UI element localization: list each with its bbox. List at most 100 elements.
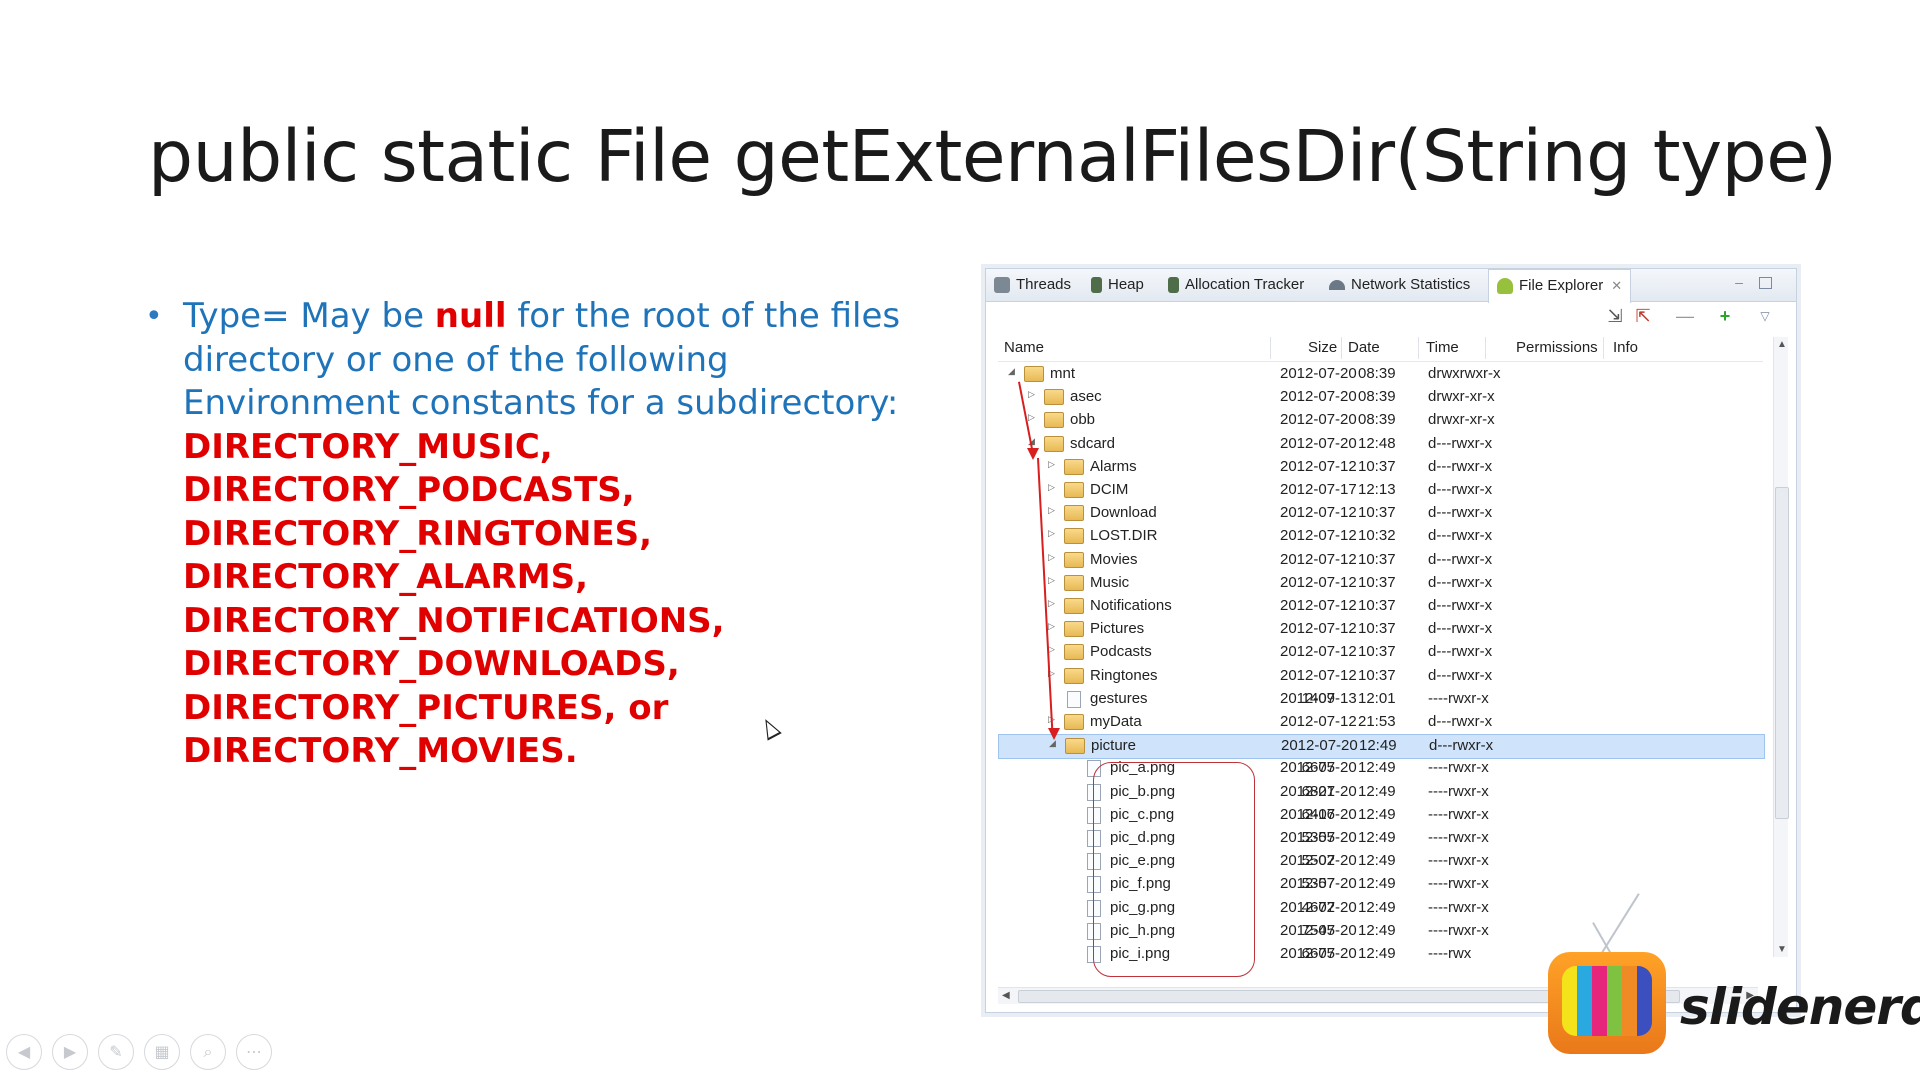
table-row[interactable]: ▷ Music 2012-07-12 10:37 d---rwxr-x [998, 572, 1763, 595]
tab-label: Heap [1108, 276, 1144, 293]
expand-arrow-icon[interactable]: ▷ [1048, 621, 1058, 632]
tab-label: Allocation Tracker [1185, 276, 1305, 293]
table-row[interactable]: ◢sdcard2012-07-2012:48d---rwxr-x [998, 433, 1763, 456]
tab-file-explorer[interactable]: File Explorer ✕ [1488, 269, 1632, 303]
tab-threads[interactable]: Threads [994, 269, 1071, 301]
expand-arrow-icon[interactable]: ▷ [1048, 505, 1058, 516]
scroll-up-icon[interactable]: ▲ [1777, 339, 1787, 350]
expand-arrow-icon[interactable]: ▷ [1048, 644, 1058, 655]
tab-heap[interactable]: Heap [1091, 269, 1144, 301]
table-row[interactable]: ▷ Pictures 2012-07-12 10:37 d---rwxr-x [998, 618, 1763, 641]
expand-arrow-icon[interactable]: ▷ [1048, 528, 1058, 539]
expand-arrow-icon[interactable]: ▷ [1028, 389, 1038, 400]
permissions-cell: ----rwxr-x [1428, 829, 1489, 846]
vertical-scroll-thumb[interactable] [1775, 487, 1789, 819]
date-cell: 2012-07-12 [1280, 550, 1357, 568]
table-row[interactable]: ▷ myData 2012-07-1221:53 d---rwxr-x [998, 711, 1763, 734]
table-row[interactable]: ▷ Movies 2012-07-12 10:37 d---rwxr-x [998, 549, 1763, 572]
table-row[interactable]: ▷ LOST.DIR 2012-07-12 10:32 d---rwxr-x [998, 525, 1763, 548]
tab-label: File Explorer [1519, 277, 1604, 294]
minimize-icon[interactable]: – [1732, 275, 1746, 289]
table-row[interactable]: ▷ obb 2012-07-20 08:39 drwxr-xr-x [998, 409, 1763, 432]
col-name[interactable]: Name [1004, 339, 1044, 356]
col-size[interactable]: Size [1308, 339, 1337, 356]
name-cell: Pictures [1090, 620, 1145, 638]
tv-stripe [1637, 966, 1652, 1036]
constant-downloads: DIRECTORY_DOWNLOADS, [183, 644, 680, 684]
scroll-left-icon[interactable]: ◀ [1002, 990, 1010, 1001]
constant-alarms: DIRECTORY_ALARMS, [183, 557, 588, 597]
folder-icon [1044, 412, 1064, 429]
folder-icon [1064, 598, 1084, 614]
name-cell: Podcasts [1090, 643, 1152, 661]
expand-arrow-icon[interactable]: ▷ [1048, 598, 1058, 609]
expand-arrow-icon[interactable]: ▷ [1048, 552, 1058, 563]
col-date[interactable]: Date [1348, 339, 1380, 356]
expand-arrow-icon[interactable]: ▷ [1048, 459, 1058, 470]
time-cell: 12:13 [1358, 481, 1396, 498]
table-row[interactable]: gestures 1409 2012-07-13 12:01 ----rwxr-x [998, 688, 1763, 711]
table-row[interactable]: ▷ DCIM 2012-07-17 12:13 d---rwxr-x [998, 479, 1763, 502]
name-cell: asec [1070, 388, 1102, 406]
time-cell: 12:49 [1358, 759, 1396, 777]
date-cell: 2012-07-17 [1280, 481, 1357, 498]
expand-arrow-icon[interactable]: ▷ [1028, 412, 1038, 423]
date-cell: 2012-07-12 [1280, 573, 1357, 591]
new-folder-icon[interactable]: + [1714, 305, 1736, 327]
time-cell: 12:49 [1358, 782, 1396, 800]
expand-arrow-icon[interactable]: ▷ [1048, 482, 1058, 493]
tv-stripe [1562, 966, 1577, 1036]
date-cell: 2012-07-20 [1280, 829, 1357, 846]
date-cell: 2012-07-12 [1280, 527, 1357, 545]
table-row[interactable]: ◢ picture 2012-07-20 12:49 d---rwxr-x [998, 734, 1765, 760]
permissions-cell: d---rwxr-x [1428, 527, 1493, 545]
folder-icon [1044, 435, 1064, 452]
col-permissions[interactable]: Permissions [1516, 339, 1598, 356]
vertical-scrollbar[interactable]: ▲ ▼ [1773, 337, 1789, 957]
tv-stripe [1577, 966, 1592, 1036]
table-row[interactable]: ▷ Notifications 2012-07-12 10:37 d---rwxr-x [998, 595, 1763, 618]
zoom-icon[interactable]: ⌕ [190, 1034, 226, 1070]
time-cell: 08:39 [1358, 388, 1396, 406]
col-time[interactable]: Time [1426, 339, 1459, 356]
slides-icon[interactable]: ▦ [144, 1034, 180, 1070]
permissions-cell: ----rwxr-x [1428, 852, 1489, 870]
permissions-cell: d---rwxr-x [1428, 457, 1493, 475]
push-file-icon[interactable]: ⇱ [1632, 305, 1654, 327]
permissions-cell: ----rwxr-x [1428, 689, 1489, 707]
more-icon[interactable]: ⋯ [236, 1034, 272, 1070]
constant-ringtones: DIRECTORY_RINGTONES, [183, 513, 653, 554]
table-row[interactable]: ▷ Download 2012-07-12 10:37 d---rwxr-x [998, 502, 1763, 525]
table-row[interactable]: ▷ Alarms 2012-07-12 10:37 d---rwxr-x [998, 456, 1763, 479]
table-row[interactable]: ▷ asec 2012-07-20 08:39 drwxr-xr-x [998, 386, 1763, 409]
tab-network-statistics[interactable]: Network Statistics [1329, 269, 1470, 301]
date-cell: 2012-07-20 [1280, 434, 1357, 452]
pen-icon[interactable]: ✎ [98, 1034, 134, 1070]
folder-icon [1065, 738, 1085, 755]
permissions-cell: d---rwxr-x [1428, 504, 1493, 522]
table-row[interactable]: ▷ Ringtones 2012-07-12 10:37 d---rwxr-x [998, 665, 1763, 688]
date-cell: 2012-07-20 [1281, 737, 1358, 755]
folder-icon [1024, 366, 1044, 382]
close-tab-icon[interactable]: ✕ [1611, 278, 1622, 293]
date-cell: 2012-07-20 [1280, 921, 1357, 939]
pull-file-icon[interactable]: ⇲ [1604, 305, 1626, 327]
name-cell: mnt [1050, 365, 1076, 382]
forward-icon[interactable]: ▶ [52, 1034, 88, 1070]
bullet-block: • Type= May be null for the root of the … [145, 295, 948, 774]
scroll-down-icon[interactable]: ▼ [1777, 944, 1787, 955]
heap-icon [1091, 277, 1102, 294]
expand-arrow-icon[interactable]: ▷ [1048, 575, 1058, 586]
col-info[interactable]: Info [1613, 339, 1638, 356]
date-cell: 2012-07-20 [1280, 388, 1357, 406]
back-icon[interactable]: ◀ [6, 1034, 42, 1070]
android-icon [1497, 278, 1513, 295]
table-row[interactable]: ◢ mnt 2012-07-20 08:39 drwxrwxr-x [998, 363, 1763, 386]
delete-icon[interactable]: — [1674, 305, 1696, 327]
table-row[interactable]: ▷ Podcasts 2012-07-12 10:37 d---rwxr-x [998, 641, 1763, 664]
collapse-arrow-icon[interactable]: ◢ [1008, 366, 1018, 377]
tab-allocation-tracker[interactable]: Allocation Tracker [1168, 269, 1304, 301]
expand-arrow-icon[interactable]: ▷ [1048, 714, 1058, 725]
view-menu-icon[interactable]: ▽ [1754, 305, 1776, 327]
maximize-icon[interactable] [1759, 277, 1772, 289]
